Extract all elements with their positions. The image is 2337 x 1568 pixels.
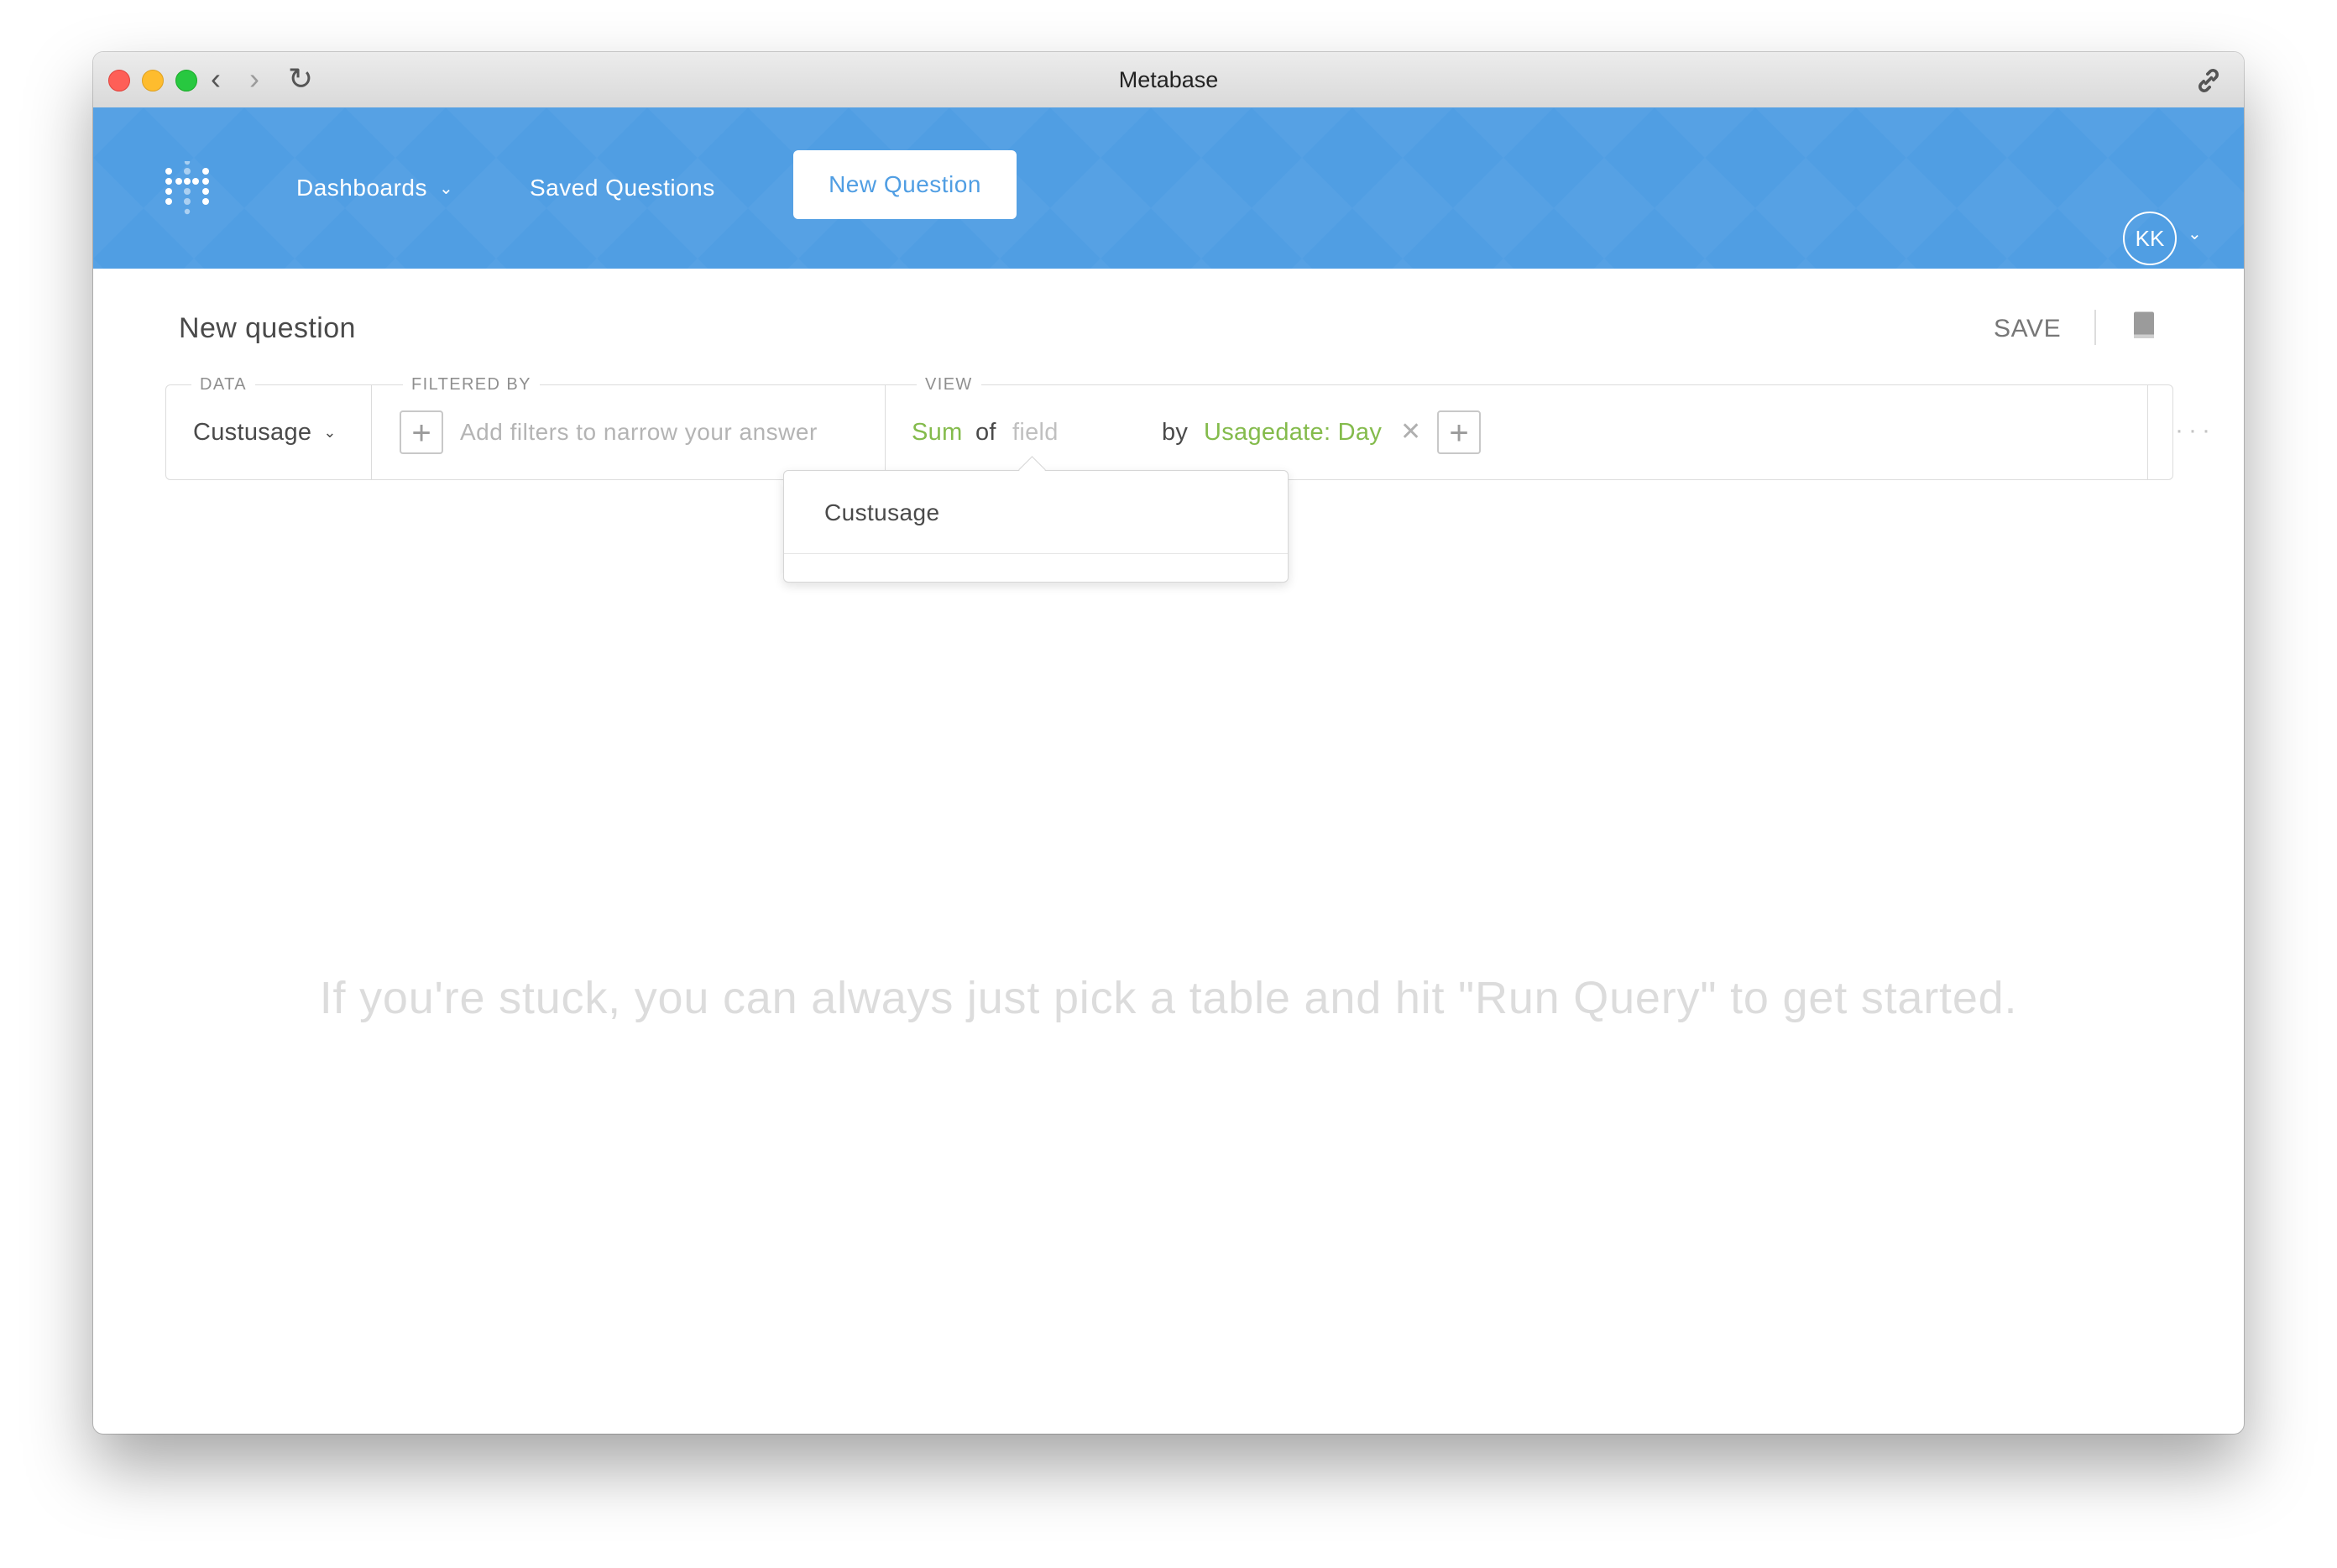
page-title: New question — [179, 312, 356, 344]
dropdown-item[interactable]: Custusage — [824, 494, 939, 531]
field-picker[interactable]: field — [1012, 414, 1059, 451]
ellipsis-icon[interactable]: ··· — [2166, 414, 2225, 447]
plus-icon: + — [1449, 415, 1469, 452]
add-filter-button[interactable]: + — [400, 410, 443, 454]
section-divider — [371, 385, 372, 479]
save-button[interactable]: SAVE — [1994, 312, 2061, 346]
browser-window: ‹ › ↻ Metabase Dashboards ⌄ Saved Questio… — [93, 52, 2244, 1434]
empty-state-hint: If you're stuck, you can always just pic… — [319, 973, 2018, 1023]
link-icon[interactable] — [2192, 64, 2225, 97]
view-section-label: VIEW — [917, 375, 981, 394]
nav-saved-questions[interactable]: Saved Questions — [530, 171, 715, 205]
data-section-label: DATA — [191, 375, 255, 394]
window-title: Metabase — [1118, 67, 1219, 92]
filter-section-label: FILTERED BY — [403, 375, 540, 394]
section-divider — [885, 385, 886, 479]
breakout-picker[interactable]: Usagedate: Day — [1204, 414, 1382, 451]
chevron-down-icon: ⌄ — [438, 180, 454, 198]
header-divider — [2094, 310, 2096, 345]
new-question-button[interactable]: New Question — [793, 150, 1017, 219]
query-builder: DATA FILTERED BY VIEW Custusage ⌄ + Add f… — [165, 375, 2210, 480]
filter-placeholder[interactable]: Add filters to narrow your answer — [460, 414, 818, 451]
of-label: of — [975, 419, 996, 446]
chevron-down-icon[interactable]: ⌄ — [2188, 223, 2202, 244]
metabase-logo[interactable] — [164, 161, 211, 215]
section-divider — [2147, 385, 2148, 479]
field-dropdown: Custusage — [783, 456, 1289, 583]
add-breakout-button[interactable]: + — [1437, 410, 1481, 454]
nav-dashboards-label: Dashboards — [296, 175, 427, 201]
dropdown-divider — [784, 553, 1288, 554]
user-avatar[interactable]: KK — [2123, 212, 2177, 265]
nav-dashboards[interactable]: Dashboards ⌄ — [296, 171, 453, 207]
aggregation-picker[interactable]: Sum — [912, 414, 963, 451]
title-bar: ‹ › ↻ Metabase — [93, 52, 2244, 108]
by-label: by — [1162, 419, 1189, 446]
data-source-picker[interactable]: Custusage ⌄ — [193, 414, 337, 453]
plus-icon: + — [411, 415, 431, 452]
chevron-down-icon: ⌄ — [323, 424, 337, 441]
app-header: Dashboards ⌄ Saved Questions — [93, 107, 2244, 269]
data-source-name: Custusage — [193, 419, 312, 446]
book-icon[interactable] — [2131, 311, 2157, 341]
close-icon[interactable]: ✕ — [1400, 414, 1421, 451]
